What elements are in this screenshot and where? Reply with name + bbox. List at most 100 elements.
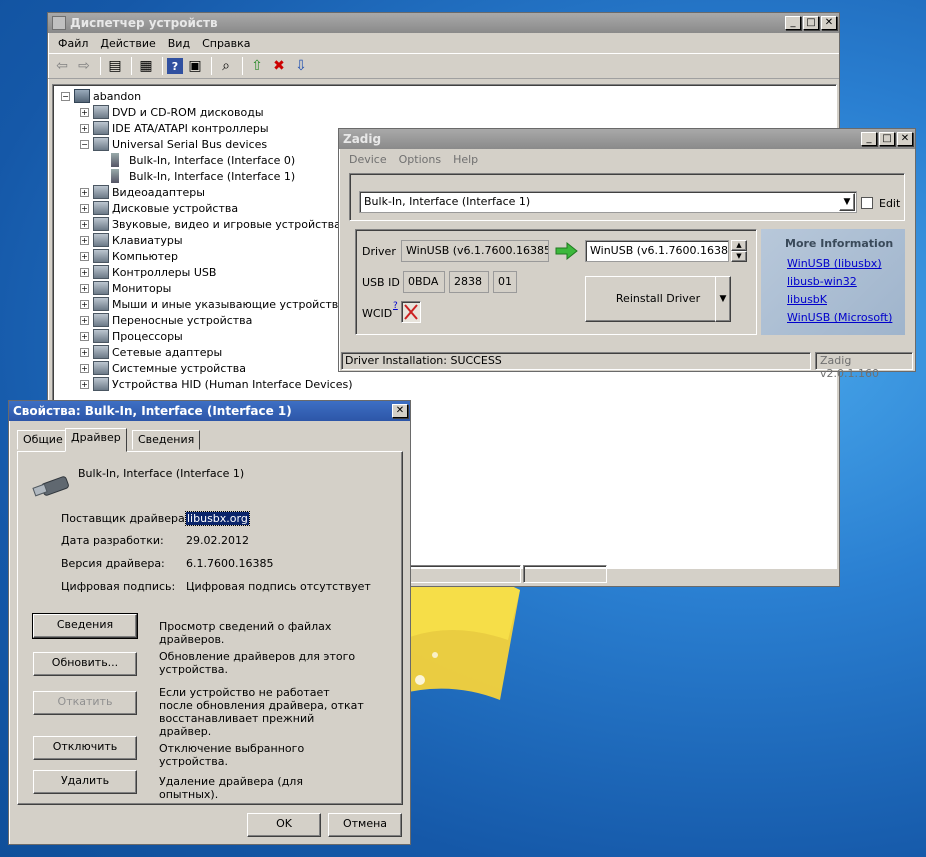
- maximize-button[interactable]: □: [879, 132, 895, 146]
- tree-root-label: abandon: [93, 89, 142, 103]
- menu-help[interactable]: Help: [447, 153, 484, 166]
- close-button[interactable]: ✕: [821, 16, 837, 30]
- rollback-button[interactable]: Откатить: [33, 691, 137, 715]
- expand-toggle[interactable]: +: [80, 315, 89, 325]
- usb-plug-icon: [111, 153, 119, 167]
- expand-toggle[interactable]: +: [80, 123, 89, 133]
- link-winusb-microsoft[interactable]: WinUSB (Microsoft): [787, 311, 892, 324]
- tab-general[interactable]: Общие: [17, 430, 69, 450]
- minimize-button[interactable]: _: [785, 16, 801, 30]
- update-driver-button[interactable]: Обновить...: [33, 652, 137, 676]
- spin-down-icon[interactable]: ▼: [731, 251, 747, 262]
- ok-button[interactable]: OK: [247, 813, 321, 837]
- uninstall-icon[interactable]: ✖: [269, 56, 289, 76]
- expand-toggle[interactable]: +: [80, 267, 89, 277]
- tab-general-label: Общие: [23, 433, 63, 446]
- driver-field-value[interactable]: libusbx.org: [185, 511, 250, 526]
- toolbar-separator: [242, 57, 243, 75]
- usb-controller-icon: [93, 265, 109, 279]
- usb-icon: [93, 137, 109, 151]
- expand-toggle[interactable]: +: [80, 363, 89, 373]
- reinstall-dropdown-chevron-icon[interactable]: ▼: [715, 276, 731, 322]
- ide-controller-icon: [93, 121, 109, 135]
- expand-toggle[interactable]: +: [80, 251, 89, 261]
- properties-titlebar[interactable]: Свойства: Bulk-In, Interface (Interface …: [9, 401, 410, 421]
- tree-category[interactable]: + IDE ATA/ATAPI контроллеры: [80, 120, 269, 136]
- menu-action[interactable]: Действие: [94, 37, 161, 50]
- expand-toggle[interactable]: +: [80, 347, 89, 357]
- close-button[interactable]: ✕: [897, 132, 913, 146]
- tree-category[interactable]: − Universal Serial Bus devices: [80, 136, 267, 152]
- forward-arrow-icon[interactable]: ⇨: [74, 56, 94, 76]
- properties-icon[interactable]: ▦: [136, 56, 156, 76]
- tree-device[interactable]: Bulk-In, Interface (Interface 0): [111, 152, 295, 168]
- device-manager-titlebar[interactable]: Диспетчер устройств _ □ ✕: [48, 13, 839, 33]
- expand-toggle[interactable]: +: [80, 379, 89, 389]
- button-description: Отключение выбранного устройства.: [159, 742, 305, 768]
- tree-category[interactable]: + Системные устройства: [80, 360, 246, 376]
- tree-category[interactable]: + Звуковые, видео и игровые устройства: [80, 216, 341, 232]
- cancel-button[interactable]: Отмена: [328, 813, 402, 837]
- disable-button[interactable]: Отключить: [33, 736, 137, 760]
- button-description: Удаление драйвера (для опытных).: [159, 775, 303, 801]
- collapse-toggle[interactable]: −: [80, 139, 89, 149]
- tree-category[interactable]: + Видеоадаптеры: [80, 184, 205, 200]
- details-button[interactable]: Сведения: [32, 613, 138, 639]
- tree-category[interactable]: + Компьютер: [80, 248, 178, 264]
- tree-category[interactable]: + Переносные устройства: [80, 312, 252, 328]
- uninstall-button[interactable]: Удалить: [33, 770, 137, 794]
- tree-category-label: Устройства HID (Human Interface Devices): [112, 377, 353, 391]
- expand-toggle[interactable]: +: [80, 235, 89, 245]
- edit-checkbox[interactable]: [861, 197, 873, 209]
- expand-toggle[interactable]: +: [80, 187, 89, 197]
- tree-category[interactable]: + Контроллеры USB: [80, 264, 216, 280]
- expand-toggle[interactable]: +: [80, 203, 89, 213]
- collapse-toggle[interactable]: −: [61, 91, 70, 101]
- dvd-drive-icon: [93, 105, 109, 119]
- link-libusbk[interactable]: libusbK: [787, 293, 827, 306]
- disable-device-icon[interactable]: ⇩: [291, 56, 311, 76]
- properties-title: Свойства: Bulk-In, Interface (Interface …: [13, 404, 292, 418]
- menu-help[interactable]: Справка: [196, 37, 256, 50]
- view-icon[interactable]: ▣: [185, 56, 205, 76]
- tree-root[interactable]: − abandon: [61, 88, 141, 104]
- reinstall-driver-button[interactable]: Reinstall Driver: [585, 276, 731, 322]
- tree-category[interactable]: + Сетевые адаптеры: [80, 344, 222, 360]
- tree-category[interactable]: + Устройства HID (Human Interface Devices…: [80, 376, 353, 392]
- menu-view[interactable]: Вид: [162, 37, 196, 50]
- back-arrow-icon[interactable]: ⇦: [52, 56, 72, 76]
- menu-device[interactable]: Device: [343, 153, 393, 166]
- expand-toggle[interactable]: +: [80, 299, 89, 309]
- wcid-help-link[interactable]: ?: [393, 301, 398, 311]
- chevron-down-icon[interactable]: ▼: [839, 193, 855, 211]
- zadig-titlebar[interactable]: Zadig _ □ ✕: [339, 129, 915, 149]
- tree-category[interactable]: + Клавиатуры: [80, 232, 183, 248]
- expand-toggle[interactable]: +: [80, 331, 89, 341]
- scan-hardware-icon[interactable]: ⌕: [216, 56, 236, 76]
- tab-details[interactable]: Сведения: [132, 430, 201, 450]
- spin-up-icon[interactable]: ▲: [731, 240, 747, 251]
- help-icon[interactable]: ?: [167, 58, 183, 74]
- update-driver-icon[interactable]: ⇧: [247, 56, 267, 76]
- menu-file[interactable]: Файл: [52, 37, 94, 50]
- device-select[interactable]: Bulk-In, Interface (Interface 1): [359, 191, 857, 213]
- tree-category[interactable]: + DVD и CD-ROM дисководы: [80, 104, 264, 120]
- show-hide-tree-icon[interactable]: ▤: [105, 56, 125, 76]
- zadig-title: Zadig: [343, 132, 382, 146]
- menu-options[interactable]: Options: [393, 153, 447, 166]
- maximize-button[interactable]: □: [803, 16, 819, 30]
- link-libusb-win32[interactable]: libusb-win32: [787, 275, 857, 288]
- tree-category[interactable]: + Мониторы: [80, 280, 171, 296]
- tab-driver[interactable]: Драйвер: [65, 428, 127, 452]
- tree-category[interactable]: + Дисковые устройства: [80, 200, 238, 216]
- expand-toggle[interactable]: +: [80, 283, 89, 293]
- target-driver-field[interactable]: WinUSB (v6.1.7600.16385): [585, 240, 729, 262]
- link-winusb-libusbx[interactable]: WinUSB (libusbx): [787, 257, 882, 270]
- tree-category[interactable]: + Процессоры: [80, 328, 183, 344]
- close-button[interactable]: ✕: [392, 404, 408, 418]
- expand-toggle[interactable]: +: [80, 107, 89, 117]
- tree-category[interactable]: + Мыши и иные указывающие устройства: [80, 296, 345, 312]
- tree-device[interactable]: Bulk-In, Interface (Interface 1): [111, 168, 295, 184]
- expand-toggle[interactable]: +: [80, 219, 89, 229]
- minimize-button[interactable]: _: [861, 132, 877, 146]
